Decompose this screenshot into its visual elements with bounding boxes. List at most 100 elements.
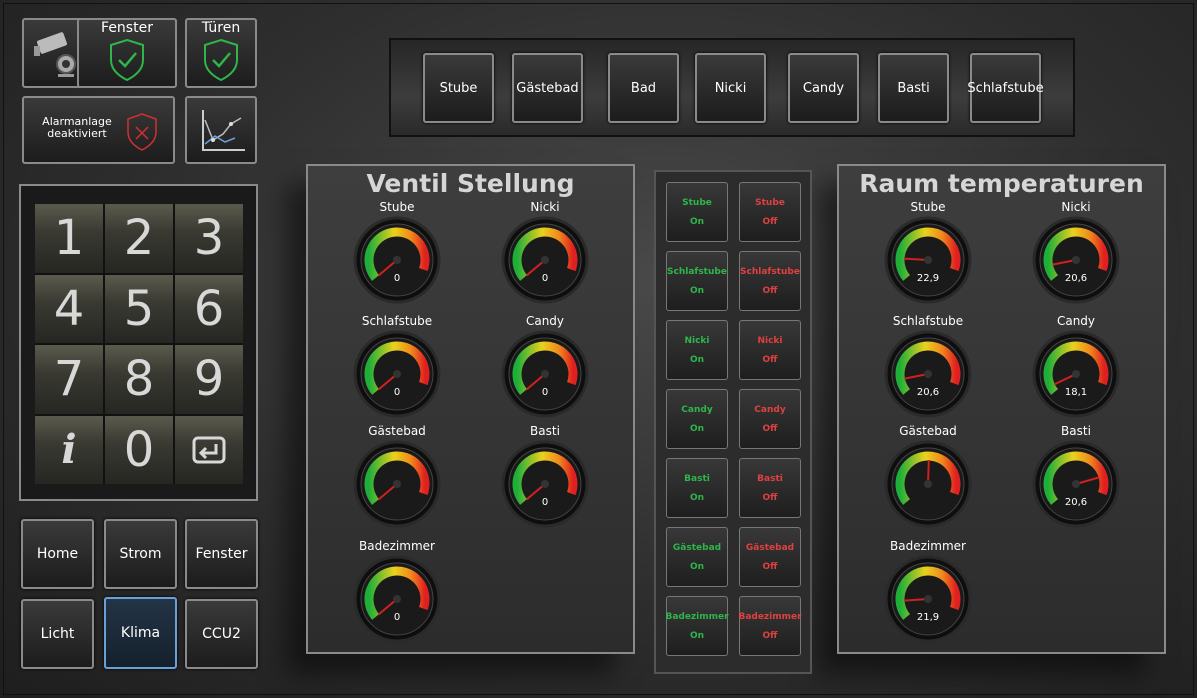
temps-gauge: Nicki 20,6: [1031, 198, 1121, 304]
gauge-value: 0: [394, 612, 400, 623]
key-8[interactable]: 8: [105, 345, 173, 414]
nav-home-button[interactable]: Home: [21, 519, 94, 589]
gauge-value: 0: [542, 273, 548, 284]
key-9[interactable]: 9: [175, 345, 243, 414]
key-3[interactable]: 3: [175, 204, 243, 273]
switch-on-button[interactable]: Candy On: [666, 389, 728, 449]
key-info[interactable]: i: [35, 415, 103, 484]
temp-title: Raum temperaturen: [859, 169, 1144, 198]
ventil-gauge: Basti 0: [500, 422, 590, 528]
switch-state-label: Off: [762, 630, 778, 641]
ventil-gauge: Nicki 0: [500, 198, 590, 304]
switch-on-button[interactable]: Nicki On: [666, 320, 728, 380]
switch-on-button[interactable]: Stube On: [666, 182, 728, 242]
gauge-dial: 21,9: [884, 555, 972, 643]
switch-off-button[interactable]: Candy Off: [739, 389, 801, 449]
key-1[interactable]: 1: [35, 204, 103, 273]
nav-fenster-button[interactable]: Fenster: [185, 519, 258, 589]
key-4[interactable]: 4: [35, 274, 103, 343]
switch-state-label: On: [689, 492, 705, 503]
switch-on-button[interactable]: Schlafstube On: [666, 251, 728, 311]
room-candy-button[interactable]: Candy: [788, 53, 859, 123]
switch-room-label: Schlafstube: [667, 266, 727, 277]
ventil-gauge: Candy 0: [500, 312, 590, 418]
switch-off-button[interactable]: Schlafstube Off: [739, 251, 801, 311]
ventil-gauge: Badezimmer 0: [352, 537, 442, 643]
gauge-label: Gästebad: [368, 424, 426, 438]
switch-room-label: Gästebad: [672, 542, 722, 553]
shield-check-icon: [110, 38, 144, 82]
gauge-dial: [353, 440, 441, 528]
switch-off-button[interactable]: Nicki Off: [739, 320, 801, 380]
room-basti-button[interactable]: Basti: [878, 53, 949, 123]
alarm-button[interactable]: Alarmanlage deaktiviert: [22, 96, 175, 164]
nav-licht-button[interactable]: Licht: [21, 599, 94, 669]
gauge-label: Nicki: [530, 200, 560, 214]
switch-off-button[interactable]: Gästebad Off: [739, 527, 801, 587]
gauge-label: Basti: [1061, 424, 1091, 438]
switch-off-button[interactable]: Stube Off: [739, 182, 801, 242]
gauge-dial: 20,6: [1032, 440, 1120, 528]
gauge-label: Nicki: [1061, 200, 1091, 214]
ventil-gauge: Stube 0: [352, 198, 442, 304]
gauge-dial: 20,6: [884, 330, 972, 418]
gauge-value: 20,6: [1065, 273, 1087, 284]
nav-ccu2-button[interactable]: CCU2: [185, 599, 258, 669]
switch-state-label: On: [689, 561, 705, 572]
key-7[interactable]: 7: [35, 345, 103, 414]
keypad-keys: 1 2 3 4 5 6 7 8 9 i 0: [35, 204, 243, 484]
switch-state-label: On: [689, 354, 705, 365]
switch-on-button[interactable]: Basti On: [666, 458, 728, 518]
ventil-gauge: Schlafstube 0: [352, 312, 442, 418]
switch-state-label: Off: [762, 492, 778, 503]
temps-gauge: Badezimmer 21,9: [883, 537, 973, 643]
room-bad-button[interactable]: Bad: [608, 53, 679, 123]
room-schlafstube-button[interactable]: Schlafstube: [967, 53, 1044, 123]
ventil-gauge: Gästebad: [352, 422, 442, 528]
nav-strom-button[interactable]: Strom: [104, 519, 177, 589]
gauge-dial: 0: [353, 216, 441, 304]
switch-state-label: On: [689, 630, 705, 641]
gauge-label: Badezimmer: [890, 539, 966, 553]
gauge-dial: 0: [353, 330, 441, 418]
room-gaestebad-button[interactable]: Gästebad: [512, 53, 583, 123]
key-2[interactable]: 2: [105, 204, 173, 273]
switch-state-label: Off: [762, 423, 778, 434]
room-stube-button[interactable]: Stube: [423, 53, 494, 123]
switch-off-button[interactable]: Basti Off: [739, 458, 801, 518]
enter-icon: [192, 436, 226, 464]
gauge-value: 22,9: [917, 273, 939, 284]
switch-room-label: Basti: [757, 473, 783, 484]
chart-button[interactable]: [185, 96, 257, 164]
temps-gauge: Candy 18,1: [1031, 312, 1121, 418]
gauge-value: 20,6: [917, 387, 939, 398]
gauge-label: Candy: [1056, 314, 1096, 328]
nav-klima-button[interactable]: Klima: [104, 597, 177, 669]
temps-gauge: Basti 20,6: [1031, 422, 1121, 528]
switch-on-button[interactable]: Gästebad On: [666, 527, 728, 587]
chart-icon: [202, 110, 245, 151]
gauge-value: 0: [394, 273, 400, 284]
gauge-label: Candy: [525, 314, 565, 328]
switch-state-label: Off: [762, 354, 778, 365]
tueren-status-button[interactable]: Türen: [185, 18, 257, 88]
key-enter[interactable]: [175, 415, 243, 484]
switch-on-button[interactable]: Badezimmer On: [665, 596, 729, 656]
key-5[interactable]: 5: [105, 274, 173, 343]
gauge-dial: 22,9: [884, 216, 972, 304]
keypad: 1 2 3 4 5 6 7 8 9 i 0: [19, 184, 258, 501]
gauge-label: Gästebad: [899, 424, 957, 438]
temps-gauge: Gästebad: [883, 422, 973, 528]
key-0[interactable]: 0: [105, 415, 173, 484]
room-nicki-button[interactable]: Nicki: [695, 53, 766, 123]
switch-room-label: Nicki: [757, 335, 783, 346]
fenster-status-button[interactable]: Fenster: [77, 18, 177, 88]
key-6[interactable]: 6: [175, 274, 243, 343]
shield-x-icon: [127, 113, 157, 151]
switch-off-button[interactable]: Badezimmer Off: [738, 596, 802, 656]
gauge-label: Badezimmer: [359, 539, 435, 553]
temps-gauge: Schlafstube 20,6: [883, 312, 973, 418]
gauge-label: Stube: [910, 200, 946, 214]
switch-state-label: Off: [762, 216, 778, 227]
alarm-status-label: Alarmanlage deaktiviert: [42, 115, 112, 140]
